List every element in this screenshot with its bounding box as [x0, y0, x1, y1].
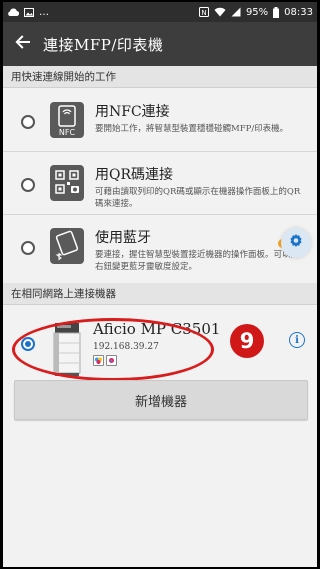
printer-ip-address: 192.168.39.27: [93, 342, 159, 352]
bluetooth-radio[interactable]: [21, 241, 35, 255]
status-bar: … N 95% 08:33: [3, 2, 317, 22]
printer-name: Aficio MP C3501: [93, 320, 221, 338]
nfc-icon: N: [198, 7, 209, 17]
nfc-icon-label: NFC: [59, 128, 76, 137]
printer-list-item[interactable]: Aficio MP C3501 192.168.39.27: [3, 315, 317, 381]
print-capability-icon: [106, 355, 117, 366]
back-button[interactable]: [3, 22, 43, 66]
clock: 08:33: [284, 6, 313, 18]
battery-icon: [273, 6, 280, 18]
back-arrow-icon: [15, 34, 31, 54]
bluetooth-icon-tile: [50, 228, 84, 264]
bluetooth-settings-button[interactable]: [281, 228, 311, 258]
qr-code-icon: [55, 170, 79, 194]
option-desc-qr: 可藉由讀取列印的QR碼或顯示在機器操作面板上的QR碼來連接。: [95, 187, 301, 209]
option-title-nfc: 用NFC連接: [95, 104, 170, 120]
bluetooth-phone-icon: [55, 230, 79, 261]
printer-radio-selected[interactable]: [21, 337, 35, 351]
option-title-qr: 用QR碼連接: [95, 167, 174, 183]
add-device-button[interactable]: 新增機器: [14, 380, 308, 420]
qr-icon-tile: [50, 165, 84, 201]
nfc-icon-tile: NFC: [50, 102, 84, 138]
nfc-radio[interactable]: [21, 115, 35, 129]
svg-text:N: N: [201, 9, 206, 17]
step-number-badge: 9: [230, 324, 264, 358]
printer-info-button[interactable]: i: [289, 332, 305, 348]
printer-image: [53, 321, 81, 377]
printer-capability-badges: [93, 355, 117, 366]
section-header-quick-connect: 用快速連線開始的工作: [3, 66, 317, 88]
option-nfc[interactable]: NFC 用NFC連接 要開始工作，將智慧型裝置穩穩碰觸MFP/印表機。: [3, 89, 317, 151]
option-desc-nfc: 要開始工作，將智慧型裝置穩穩碰觸MFP/印表機。: [95, 124, 289, 134]
image-icon: [24, 7, 34, 17]
battery-level: 95%: [245, 6, 269, 18]
cloud-icon: [7, 8, 19, 17]
option-title-bluetooth: 使用藍牙: [95, 230, 151, 246]
signal-icon: [231, 7, 241, 17]
wifi-icon: [214, 7, 226, 17]
info-icon: i: [295, 334, 299, 346]
gear-icon: [288, 233, 304, 253]
qr-radio[interactable]: [21, 178, 35, 192]
app-screen: … N 95% 08:33 連接MFP/印表機 用快速連線開始的工作 NFC 用…: [3, 2, 317, 567]
page-title: 連接MFP/印表機: [43, 35, 164, 54]
option-bluetooth[interactable]: 使用藍牙 要連接，握住智慧型裝置接近機器的操作面板。可以用右鈕變更藍牙靈敏度設定…: [3, 215, 317, 277]
more-icon: …: [39, 6, 49, 18]
nfc-phone-icon: NFC: [58, 105, 76, 137]
option-desc-bluetooth: 要連接，握住智慧型裝置接近機器的操作面板。可以用右鈕變更藍牙靈敏度設定。: [95, 250, 300, 272]
section-header-network: 在相同網路上連接機器: [3, 283, 317, 305]
option-qr[interactable]: 用QR碼連接 可藉由讀取列印的QR碼或顯示在機器操作面板上的QR碼來連接。: [3, 152, 317, 214]
color-capability-icon: [93, 355, 104, 366]
app-bar: 連接MFP/印表機: [3, 22, 317, 66]
